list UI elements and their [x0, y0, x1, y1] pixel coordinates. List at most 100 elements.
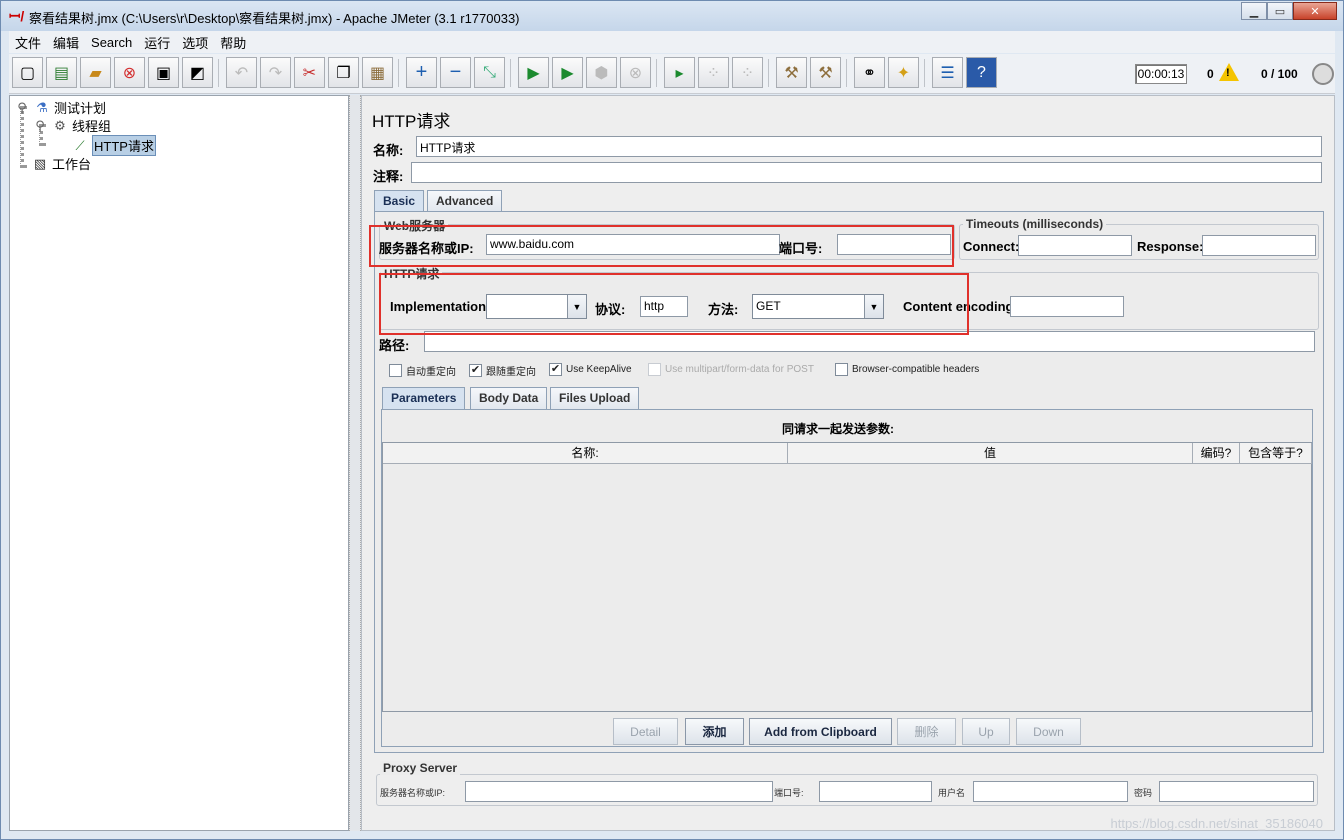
- watermark: https://blog.csdn.net/sinat_35186040: [1110, 816, 1324, 831]
- workbench-icon: ▧: [33, 155, 47, 171]
- col-encode[interactable]: 编码?: [1193, 443, 1240, 464]
- col-name[interactable]: 名称:: [383, 443, 788, 464]
- auto-redirect-checkbox[interactable]: 自动重定向: [389, 363, 456, 378]
- params-caption: 同请求一起发送参数:: [782, 422, 894, 436]
- tree-node-test-plan[interactable]: ⚲ ⚗ 测试计划: [14, 98, 106, 117]
- pane-splitter[interactable]: [349, 95, 361, 831]
- proxy-user-input[interactable]: [973, 781, 1128, 802]
- name-input[interactable]: HTTP请求: [416, 136, 1322, 157]
- start-icon[interactable]: ▶: [518, 57, 549, 88]
- help-icon[interactable]: ?: [966, 57, 997, 88]
- highlight-web-server: [369, 225, 954, 267]
- save-as-icon[interactable]: ◩: [182, 57, 213, 88]
- up-button[interactable]: Up: [962, 718, 1010, 745]
- tab-basic[interactable]: Basic: [374, 190, 425, 212]
- menu-run[interactable]: 运行: [138, 33, 176, 52]
- menu-edit[interactable]: 编辑: [47, 33, 85, 52]
- cut-icon[interactable]: ✂: [294, 57, 325, 88]
- follow-redirect-checkbox[interactable]: ✔ 跟随重定向: [469, 363, 536, 378]
- maximize-button[interactable]: ▭: [1267, 2, 1293, 20]
- undo-icon[interactable]: ↶: [226, 57, 257, 88]
- name-label: 名称:: [373, 143, 404, 158]
- function-helper-icon[interactable]: ☰: [932, 57, 963, 88]
- clear-all-icon[interactable]: ⚒: [810, 57, 841, 88]
- flask-icon: ⚗: [36, 99, 48, 115]
- tree-node-http-request[interactable]: ⟋ HTTP请求: [72, 135, 156, 156]
- save-icon[interactable]: ▣: [148, 57, 179, 88]
- warning-count: 0: [1207, 67, 1214, 81]
- toggle-icon[interactable]: ⤡: [474, 57, 505, 88]
- proxy-password-input[interactable]: [1159, 781, 1314, 802]
- basic-panel: Web服务器 服务器名称或IP: www.baidu.com 端口号: Time…: [369, 211, 1324, 753]
- open-icon[interactable]: ▰: [80, 57, 111, 88]
- params-table[interactable]: 名称: 值 编码? 包含等于?: [382, 442, 1312, 712]
- remote-stop-icon[interactable]: ⁘: [698, 57, 729, 88]
- menu-search[interactable]: Search: [85, 35, 138, 50]
- col-value[interactable]: 值: [788, 443, 1193, 464]
- close-plan-icon[interactable]: ⊗: [114, 57, 145, 88]
- expand-all-icon[interactable]: +: [406, 57, 437, 88]
- templates-icon[interactable]: ▤: [46, 57, 77, 88]
- keepalive-checkbox[interactable]: ✔ Use KeepAlive: [549, 363, 632, 376]
- menu-options[interactable]: 选项: [176, 33, 214, 52]
- proxy-port-input[interactable]: [819, 781, 932, 802]
- copy-icon[interactable]: ❐: [328, 57, 359, 88]
- shutdown-icon[interactable]: ⊗: [620, 57, 651, 88]
- parameters-panel: 同请求一起发送参数: 名称: 值 编码? 包含等于? Detail 添加 Add…: [381, 409, 1313, 747]
- delete-button[interactable]: 删除: [897, 718, 956, 745]
- tree-node-workbench[interactable]: ▧ 工作台: [32, 154, 91, 173]
- sampler-panel: HTTP请求 名称: HTTP请求 注释: Basic Advanced Web…: [361, 95, 1335, 831]
- remote-shutdown-icon[interactable]: ⁘: [732, 57, 763, 88]
- start-no-pause-icon[interactable]: ▶: [552, 57, 583, 88]
- add-button[interactable]: 添加: [685, 718, 744, 745]
- multipart-checkbox[interactable]: Use multipart/form-data for POST: [648, 363, 814, 376]
- tab-advanced[interactable]: Advanced: [427, 190, 503, 212]
- detail-button[interactable]: Detail: [613, 718, 678, 745]
- timeouts-title: Timeouts (milliseconds): [963, 217, 1107, 231]
- highlight-http-request: [379, 273, 969, 335]
- page-title: HTTP请求: [372, 112, 451, 131]
- window-title: 察看结果树.jmx (C:\Users\r\Desktop\察看结果树.jmx)…: [29, 11, 520, 26]
- proxy-port-label: 端口号:: [774, 788, 804, 798]
- menu-bar: 文件 编辑 Search 运行 选项 帮助: [9, 31, 1335, 53]
- comment-label: 注释:: [373, 169, 404, 184]
- reset-search-icon[interactable]: ✦: [888, 57, 919, 88]
- tab-files-upload[interactable]: Files Upload: [550, 387, 640, 409]
- gear-icon: ⚙: [54, 117, 66, 133]
- add-from-clipboard-button[interactable]: Add from Clipboard: [749, 718, 892, 745]
- test-plan-tree: ⚲ ⚗ 测试计划 ⚲ ⚙ 线程组 ⟋ HTTP请求 ▧ 工作台: [9, 95, 349, 831]
- redo-icon[interactable]: ↷: [260, 57, 291, 88]
- jmeter-feather-icon: ꟷ/: [9, 8, 25, 24]
- tree-node-thread-group[interactable]: ⚲ ⚙ 线程组: [32, 116, 111, 135]
- paste-icon[interactable]: ▦: [362, 57, 393, 88]
- browser-headers-checkbox[interactable]: Browser-compatible headers: [835, 363, 979, 376]
- jmeter-window: ꟷ/ 察看结果树.jmx (C:\Users\r\Desktop\察看结果树.j…: [0, 0, 1344, 840]
- proxy-title: Proxy Server: [380, 761, 461, 775]
- connect-timeout-input[interactable]: [1018, 235, 1132, 256]
- path-label: 路径:: [379, 338, 410, 353]
- pipette-icon: ⟋: [75, 137, 85, 153]
- proxy-user-label: 用户名: [938, 788, 966, 798]
- col-include-equals[interactable]: 包含等于?: [1240, 443, 1312, 464]
- proxy-server-input[interactable]: [465, 781, 773, 802]
- new-icon[interactable]: ▢: [12, 57, 43, 88]
- close-button[interactable]: ✕: [1293, 2, 1337, 20]
- menu-file[interactable]: 文件: [9, 33, 47, 52]
- minimize-button[interactable]: ▁: [1241, 2, 1267, 20]
- search-icon[interactable]: ⚭: [854, 57, 885, 88]
- menu-help[interactable]: 帮助: [214, 33, 252, 52]
- tab-body-data[interactable]: Body Data: [470, 387, 548, 409]
- clear-icon[interactable]: ⚒: [776, 57, 807, 88]
- down-button[interactable]: Down: [1016, 718, 1081, 745]
- proxy-password-label: 密码: [1134, 788, 1153, 798]
- warning-icon[interactable]: !: [1219, 63, 1239, 81]
- title-bar: ꟷ/ 察看结果树.jmx (C:\Users\r\Desktop\察看结果树.j…: [1, 1, 1343, 31]
- remote-start-icon[interactable]: ▸: [664, 57, 695, 88]
- encoding-input[interactable]: [1010, 296, 1124, 317]
- collapse-all-icon[interactable]: −: [440, 57, 471, 88]
- comment-input[interactable]: [411, 162, 1322, 183]
- response-timeout-input[interactable]: [1202, 235, 1316, 256]
- tab-parameters[interactable]: Parameters: [382, 387, 466, 409]
- stop-icon[interactable]: ⬢: [586, 57, 617, 88]
- connect-label: Connect:: [963, 239, 1020, 254]
